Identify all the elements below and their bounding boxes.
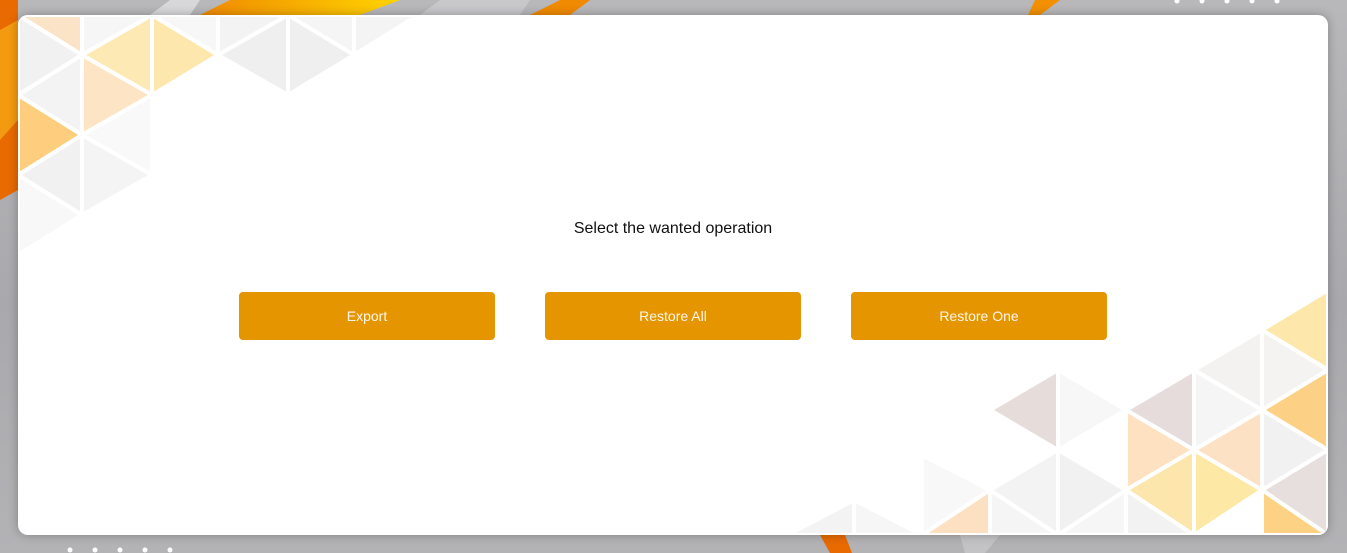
restore-all-button[interactable]: Restore All (545, 292, 801, 340)
export-button[interactable]: Export (239, 292, 495, 340)
operation-dialog: Select the wanted operation Export Resto… (18, 15, 1328, 535)
operation-prompt: Select the wanted operation (573, 220, 773, 237)
triangle-pattern (18, 15, 1328, 535)
restore-one-button[interactable]: Restore One (851, 292, 1107, 340)
